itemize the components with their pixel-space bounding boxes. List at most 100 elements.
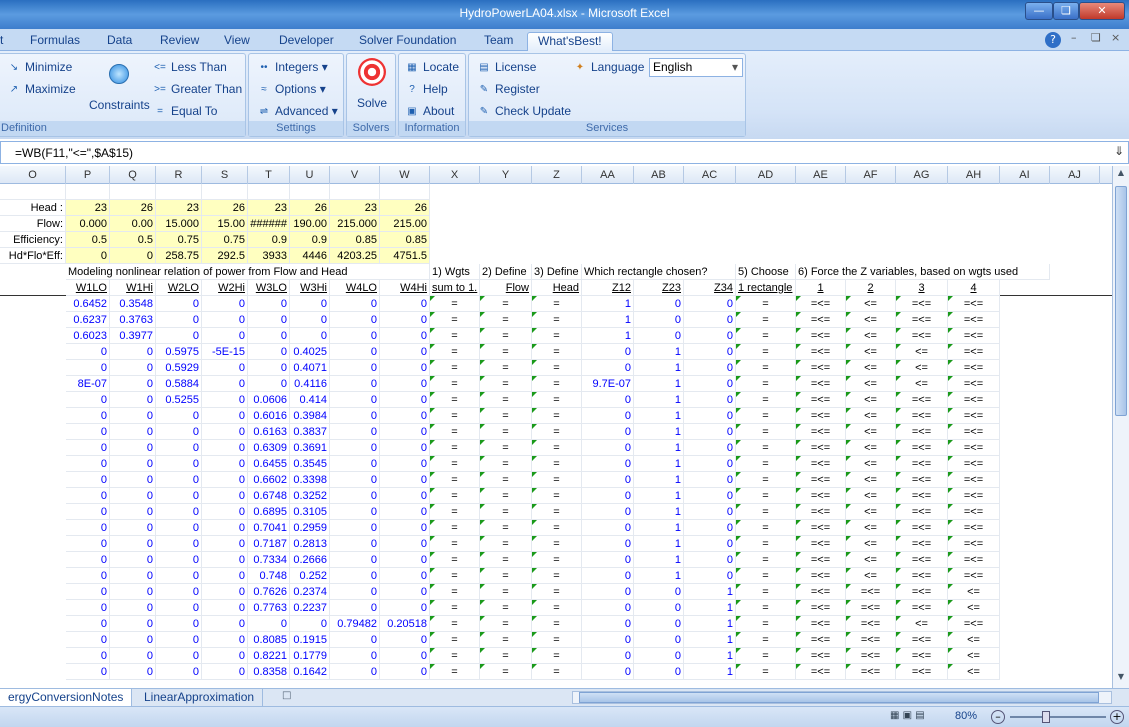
data-cell[interactable]: =	[736, 568, 796, 584]
data-cell[interactable]: 0	[202, 632, 248, 648]
data-cell[interactable]: 0.6455	[248, 456, 290, 472]
data-cell[interactable]: <=	[948, 600, 1000, 616]
data-cell[interactable]: =<=	[796, 296, 846, 312]
data-cell[interactable]: =<=	[796, 440, 846, 456]
data-cell[interactable]: 0	[684, 520, 736, 536]
data-cell[interactable]: 0	[110, 632, 156, 648]
data-cell[interactable]: 1	[634, 344, 684, 360]
data-cell[interactable]: 0	[248, 376, 290, 392]
data-cell[interactable]: 0.252	[290, 568, 330, 584]
data-cell[interactable]: =<=	[948, 328, 1000, 344]
header-cell[interactable]: W4LO	[330, 280, 380, 296]
zoom-slider[interactable]	[1010, 716, 1106, 718]
data-cell[interactable]: 0	[380, 488, 430, 504]
data-cell[interactable]: 0	[330, 648, 380, 664]
value-cell[interactable]: 26	[110, 200, 156, 216]
data-cell[interactable]: =<=	[846, 632, 896, 648]
data-cell[interactable]: =<=	[846, 600, 896, 616]
data-cell[interactable]: 9.7E-07	[582, 376, 634, 392]
data-cell[interactable]: 0	[202, 504, 248, 520]
data-cell[interactable]: 0	[582, 600, 634, 616]
data-cell[interactable]: 0	[330, 376, 380, 392]
header-cell[interactable]: W3Hi	[290, 280, 330, 296]
data-cell[interactable]: =	[430, 552, 480, 568]
restore-window-button[interactable]: ❏	[1053, 2, 1079, 20]
data-cell[interactable]: 1	[634, 392, 684, 408]
data-cell[interactable]: 0.8358	[248, 664, 290, 680]
data-cell[interactable]: =	[736, 488, 796, 504]
data-cell[interactable]: 0	[684, 424, 736, 440]
data-cell[interactable]: 0	[582, 440, 634, 456]
data-cell[interactable]: 0	[380, 664, 430, 680]
data-cell[interactable]: 0	[290, 328, 330, 344]
data-cell[interactable]: 0.2813	[290, 536, 330, 552]
data-cell[interactable]: 0.8085	[248, 632, 290, 648]
data-cell[interactable]: =	[736, 600, 796, 616]
data-cell[interactable]: 0	[110, 344, 156, 360]
data-cell[interactable]: =	[430, 424, 480, 440]
data-cell[interactable]: =<=	[948, 616, 1000, 632]
data-cell[interactable]: 0	[380, 600, 430, 616]
data-cell[interactable]: 0.3984	[290, 408, 330, 424]
data-cell[interactable]: =	[430, 472, 480, 488]
column-header[interactable]: Y	[480, 166, 532, 184]
data-cell[interactable]: <=	[846, 312, 896, 328]
section-title[interactable]: 6) Force the Z variables, based on wgts …	[796, 264, 1050, 280]
column-header[interactable]: AE	[796, 166, 846, 184]
data-cell[interactable]: 0	[156, 440, 202, 456]
data-cell[interactable]: =	[736, 504, 796, 520]
data-cell[interactable]: 0.5255	[156, 392, 202, 408]
data-cell[interactable]: 0	[330, 344, 380, 360]
data-cell[interactable]: 1	[582, 328, 634, 344]
data-cell[interactable]: =<=	[948, 312, 1000, 328]
data-cell[interactable]: =	[532, 456, 582, 472]
data-cell[interactable]: =	[480, 568, 532, 584]
tab-whatsbest[interactable]: What'sBest!	[527, 32, 613, 51]
data-cell[interactable]: 0	[634, 312, 684, 328]
data-cell[interactable]: 0.6895	[248, 504, 290, 520]
data-cell[interactable]: 0	[330, 456, 380, 472]
data-cell[interactable]: 0.414	[290, 392, 330, 408]
data-cell[interactable]: 0	[66, 424, 110, 440]
data-cell[interactable]: <=	[846, 440, 896, 456]
data-cell[interactable]: 0	[202, 536, 248, 552]
data-cell[interactable]: =	[736, 408, 796, 424]
data-cell[interactable]: 1	[634, 536, 684, 552]
column-header[interactable]: Q	[110, 166, 156, 184]
data-cell[interactable]: =<=	[846, 616, 896, 632]
data-cell[interactable]: 0	[582, 632, 634, 648]
data-cell[interactable]: <=	[948, 664, 1000, 680]
data-cell[interactable]: 0	[156, 456, 202, 472]
less-than-button[interactable]: <= Less Than	[153, 60, 227, 74]
column-header[interactable]: AC	[684, 166, 736, 184]
data-cell[interactable]: 0.3837	[290, 424, 330, 440]
formula-bar[interactable]: =WB(F11,"<=",$A$15) ⇓	[0, 141, 1129, 164]
data-cell[interactable]: =<=	[796, 600, 846, 616]
data-cell[interactable]: 0	[684, 472, 736, 488]
data-cell[interactable]: 1	[684, 632, 736, 648]
data-cell[interactable]: =	[532, 392, 582, 408]
data-cell[interactable]: 0	[110, 504, 156, 520]
maximize-button[interactable]: ↗ Maximize	[7, 82, 76, 96]
data-cell[interactable]: 0	[156, 552, 202, 568]
data-cell[interactable]: =	[430, 328, 480, 344]
data-cell[interactable]: 0	[330, 520, 380, 536]
data-cell[interactable]: =	[532, 408, 582, 424]
data-cell[interactable]: =	[430, 648, 480, 664]
data-cell[interactable]: 0	[330, 504, 380, 520]
data-cell[interactable]: =<=	[948, 440, 1000, 456]
data-cell[interactable]: 0	[330, 360, 380, 376]
data-cell[interactable]: 0	[634, 600, 684, 616]
data-cell[interactable]: 0.2959	[290, 520, 330, 536]
data-cell[interactable]: 0	[110, 648, 156, 664]
value-cell[interactable]: 0	[110, 248, 156, 264]
data-cell[interactable]: 0.2666	[290, 552, 330, 568]
data-cell[interactable]: =	[480, 520, 532, 536]
data-cell[interactable]: =<=	[948, 360, 1000, 376]
data-cell[interactable]: 0	[380, 632, 430, 648]
column-header[interactable]: V	[330, 166, 380, 184]
data-cell[interactable]: 0	[380, 552, 430, 568]
data-cell[interactable]: =<=	[796, 488, 846, 504]
data-cell[interactable]: =<=	[896, 632, 948, 648]
tab-team[interactable]: Team	[484, 32, 513, 51]
